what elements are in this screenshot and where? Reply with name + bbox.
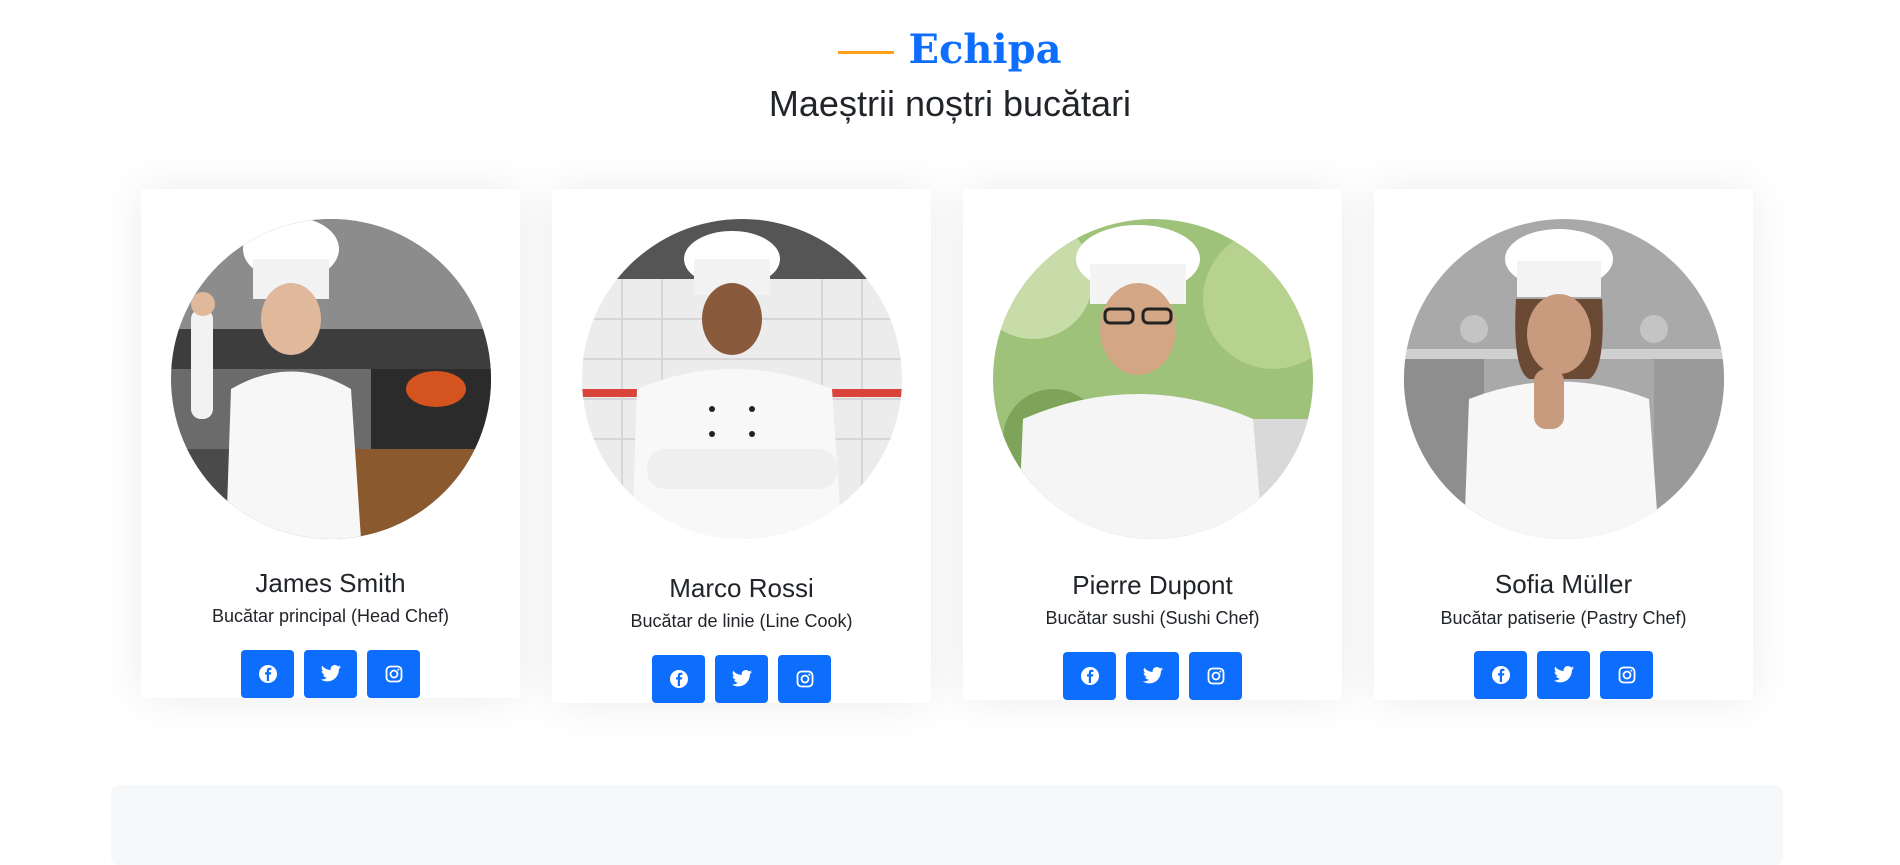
instagram-icon (796, 670, 813, 688)
next-section-container (111, 785, 1783, 865)
facebook-button[interactable] (1063, 652, 1116, 700)
chef-photo (1404, 219, 1724, 539)
team-card: James Smith Bucătar principal (Head Chef… (141, 189, 520, 698)
facebook-icon (258, 665, 277, 683)
twitter-icon (731, 670, 752, 687)
facebook-icon (669, 670, 688, 688)
social-links (141, 650, 520, 698)
chef-name: James Smith (255, 568, 406, 598)
twitter-icon (320, 665, 341, 682)
facebook-button[interactable] (652, 655, 705, 703)
twitter-button[interactable] (304, 650, 357, 698)
social-links (963, 652, 1342, 700)
chef-role: Bucătar de linie (Line Cook) (630, 611, 853, 631)
chef-name: Pierre Dupont (1072, 570, 1233, 600)
facebook-button[interactable] (241, 650, 294, 698)
twitter-icon (1142, 667, 1163, 684)
instagram-button[interactable] (778, 655, 831, 703)
twitter-button[interactable] (1126, 652, 1179, 700)
twitter-button[interactable] (1537, 651, 1590, 699)
instagram-icon (1618, 666, 1635, 684)
facebook-icon (1080, 667, 1099, 685)
chef-name: Marco Rossi (669, 573, 814, 603)
chef-role: Bucătar patiserie (Pastry Chef) (1440, 608, 1687, 628)
team-cards: James Smith Bucătar principal (Head Chef… (0, 0, 1900, 844)
social-links (1374, 651, 1753, 699)
twitter-button[interactable] (715, 655, 768, 703)
chef-name: Sofia Müller (1494, 569, 1633, 599)
chef-role: Bucătar principal (Head Chef) (211, 606, 450, 626)
facebook-icon (1491, 666, 1510, 684)
chef-role: Bucătar sushi (Sushi Chef) (1045, 608, 1260, 628)
team-card: Pierre Dupont Bucătar sushi (Sushi Chef) (963, 189, 1342, 700)
chef-photo (582, 219, 902, 539)
facebook-button[interactable] (1474, 651, 1527, 699)
instagram-icon (385, 665, 402, 683)
chef-photo (171, 219, 491, 539)
team-card: Marco Rossi Bucătar de linie (Line Cook) (552, 189, 931, 703)
chef-photo (993, 219, 1313, 539)
instagram-button[interactable] (1600, 651, 1653, 699)
social-links (552, 655, 931, 703)
instagram-button[interactable] (1189, 652, 1242, 700)
twitter-icon (1553, 666, 1574, 683)
instagram-button[interactable] (367, 650, 420, 698)
team-card: Sofia Müller Bucătar patiserie (Pastry C… (1374, 189, 1753, 700)
instagram-icon (1207, 667, 1224, 685)
